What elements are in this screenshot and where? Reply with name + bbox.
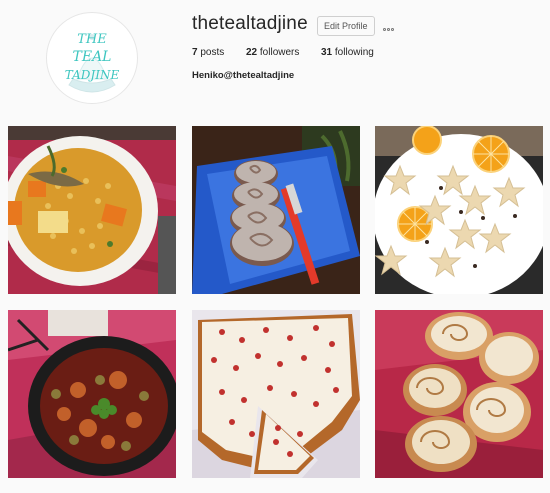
posts-stat[interactable]: 7 posts [192, 47, 224, 58]
post-soup-bowl[interactable] [8, 126, 176, 294]
stew-pan-photo [8, 310, 176, 478]
post-stew-pan[interactable] [8, 310, 176, 478]
avatar[interactable]: THE TEAL TADJINE [46, 12, 138, 104]
post-cinnamon-rolls[interactable] [375, 310, 543, 478]
pomegranate-cake-photo [192, 310, 360, 478]
heart-bread-photo [192, 126, 360, 294]
following-label: following [334, 47, 374, 58]
soup-bowl-photo [8, 126, 176, 294]
edit-profile-button[interactable]: Edit Profile [317, 16, 375, 36]
logo-line1: THE [77, 32, 107, 47]
posts-count: 7 [192, 47, 198, 58]
username: thetealtadjine [192, 13, 308, 34]
posts-label: posts [200, 47, 225, 58]
followers-label: followers [259, 47, 300, 58]
following-count: 31 [321, 47, 333, 58]
post-star-cookies[interactable] [375, 126, 543, 294]
logo-line3: TADJINE [65, 68, 120, 82]
more-options-icon[interactable] [383, 18, 399, 31]
teal-tadjine-logo: THE TEAL TADJINE [48, 14, 136, 102]
followers-count: 22 [246, 47, 258, 58]
cinnamon-rolls-photo [375, 310, 543, 478]
star-cookies-photo [375, 126, 543, 294]
logo-line2: TEAL [73, 49, 112, 65]
bio: Heniko@thetealtadjine [192, 70, 295, 81]
post-heart-bread[interactable] [192, 126, 360, 294]
following-stat[interactable]: 31 following [321, 47, 374, 58]
post-pomegranate-cake[interactable] [192, 310, 360, 478]
followers-stat[interactable]: 22 followers [246, 47, 299, 58]
